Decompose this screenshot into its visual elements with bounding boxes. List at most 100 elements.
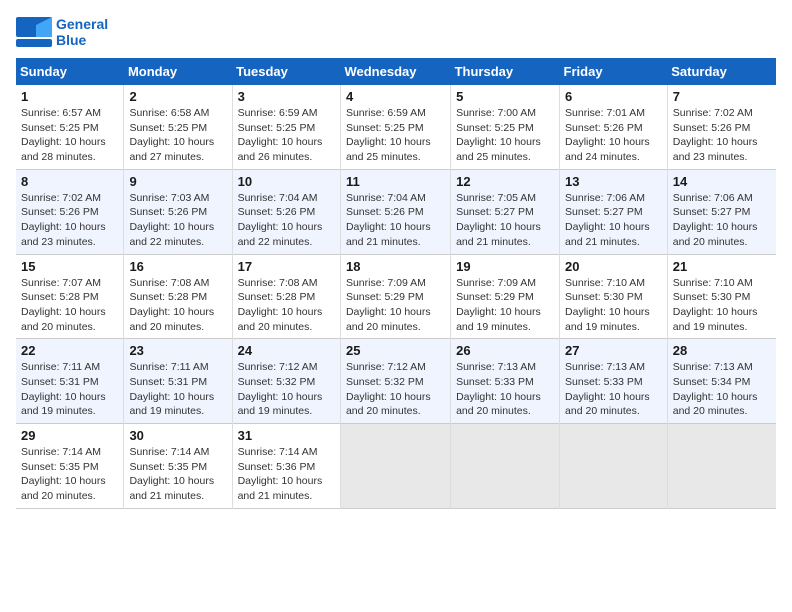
calendar-week-row: 29 Sunrise: 7:14 AM Sunset: 5:35 PM Dayli… [16, 424, 776, 509]
day-info: Sunrise: 7:11 AM Sunset: 5:31 PM Dayligh… [129, 360, 226, 419]
day-info: Sunrise: 6:59 AM Sunset: 5:25 PM Dayligh… [238, 106, 335, 165]
logo-icon [16, 17, 52, 47]
calendar-cell: 14 Sunrise: 7:06 AM Sunset: 5:27 PM Dayli… [667, 169, 776, 254]
day-info: Sunrise: 7:13 AM Sunset: 5:33 PM Dayligh… [565, 360, 662, 419]
calendar-header: SundayMondayTuesdayWednesdayThursdayFrid… [16, 58, 776, 85]
calendar-cell: 15 Sunrise: 7:07 AM Sunset: 5:28 PM Dayli… [16, 254, 124, 339]
calendar-week-row: 8 Sunrise: 7:02 AM Sunset: 5:26 PM Daylig… [16, 169, 776, 254]
day-info: Sunrise: 7:13 AM Sunset: 5:33 PM Dayligh… [456, 360, 554, 419]
day-info: Sunrise: 7:14 AM Sunset: 5:35 PM Dayligh… [129, 445, 226, 504]
day-number: 19 [456, 259, 554, 274]
calendar-cell: 13Sunrise: 7:06 AM Sunset: 5:27 PM Dayli… [560, 169, 668, 254]
day-number: 9 [129, 174, 226, 189]
day-info: Sunrise: 7:06 AM Sunset: 5:27 PM Dayligh… [673, 191, 771, 250]
calendar-cell: 25 Sunrise: 7:12 AM Sunset: 5:32 PM Dayli… [340, 339, 450, 424]
day-info: Sunrise: 7:14 AM Sunset: 5:36 PM Dayligh… [238, 445, 335, 504]
day-info: Sunrise: 7:04 AM Sunset: 5:26 PM Dayligh… [238, 191, 335, 250]
calendar-cell: 4 Sunrise: 6:59 AM Sunset: 5:25 PM Daylig… [340, 85, 450, 169]
calendar-cell: 11Sunrise: 7:04 AM Sunset: 5:26 PM Dayli… [340, 169, 450, 254]
day-info: Sunrise: 7:01 AM Sunset: 5:26 PM Dayligh… [565, 106, 662, 165]
header-cell-thursday: Thursday [451, 58, 560, 85]
calendar-table: SundayMondayTuesdayWednesdayThursdayFrid… [16, 58, 776, 509]
day-info: Sunrise: 7:02 AM Sunset: 5:26 PM Dayligh… [21, 191, 118, 250]
day-number: 8 [21, 174, 118, 189]
day-number: 3 [238, 89, 335, 104]
day-info: Sunrise: 6:58 AM Sunset: 5:25 PM Dayligh… [129, 106, 226, 165]
day-info: Sunrise: 7:05 AM Sunset: 5:27 PM Dayligh… [456, 191, 554, 250]
day-number: 27 [565, 343, 662, 358]
header-cell-saturday: Saturday [667, 58, 776, 85]
header-cell-sunday: Sunday [16, 58, 124, 85]
day-info: Sunrise: 7:10 AM Sunset: 5:30 PM Dayligh… [673, 276, 771, 335]
header-cell-tuesday: Tuesday [232, 58, 340, 85]
calendar-week-row: 1 Sunrise: 6:57 AM Sunset: 5:25 PM Daylig… [16, 85, 776, 169]
day-info: Sunrise: 7:08 AM Sunset: 5:28 PM Dayligh… [238, 276, 335, 335]
calendar-cell: 21 Sunrise: 7:10 AM Sunset: 5:30 PM Dayli… [667, 254, 776, 339]
calendar-cell: 5Sunrise: 7:00 AM Sunset: 5:25 PM Daylig… [451, 85, 560, 169]
day-number: 26 [456, 343, 554, 358]
day-number: 29 [21, 428, 118, 443]
day-info: Sunrise: 7:09 AM Sunset: 5:29 PM Dayligh… [456, 276, 554, 335]
day-info: Sunrise: 7:12 AM Sunset: 5:32 PM Dayligh… [346, 360, 445, 419]
calendar-cell: 1 Sunrise: 6:57 AM Sunset: 5:25 PM Daylig… [16, 85, 124, 169]
calendar-cell: 22Sunrise: 7:11 AM Sunset: 5:31 PM Dayli… [16, 339, 124, 424]
calendar-cell: 20 Sunrise: 7:10 AM Sunset: 5:30 PM Dayli… [560, 254, 668, 339]
header-cell-wednesday: Wednesday [340, 58, 450, 85]
day-info: Sunrise: 7:13 AM Sunset: 5:34 PM Dayligh… [673, 360, 771, 419]
day-info: Sunrise: 7:07 AM Sunset: 5:28 PM Dayligh… [21, 276, 118, 335]
day-number: 25 [346, 343, 445, 358]
calendar-cell: 27 Sunrise: 7:13 AM Sunset: 5:33 PM Dayli… [560, 339, 668, 424]
day-number: 15 [21, 259, 118, 274]
day-number: 5 [456, 89, 554, 104]
calendar-cell: 31 Sunrise: 7:14 AM Sunset: 5:36 PM Dayli… [232, 424, 340, 509]
day-number: 24 [238, 343, 335, 358]
calendar-cell: 29 Sunrise: 7:14 AM Sunset: 5:35 PM Dayli… [16, 424, 124, 509]
calendar-cell: 26 Sunrise: 7:13 AM Sunset: 5:33 PM Dayli… [451, 339, 560, 424]
day-number: 18 [346, 259, 445, 274]
day-number: 10 [238, 174, 335, 189]
calendar-cell [451, 424, 560, 509]
day-info: Sunrise: 7:14 AM Sunset: 5:35 PM Dayligh… [21, 445, 118, 504]
day-info: Sunrise: 6:57 AM Sunset: 5:25 PM Dayligh… [21, 106, 118, 165]
calendar-cell [340, 424, 450, 509]
calendar-cell: 18 Sunrise: 7:09 AM Sunset: 5:29 PM Dayli… [340, 254, 450, 339]
calendar-cell: 17 Sunrise: 7:08 AM Sunset: 5:28 PM Dayli… [232, 254, 340, 339]
calendar-cell: 24 Sunrise: 7:12 AM Sunset: 5:32 PM Dayli… [232, 339, 340, 424]
calendar-week-row: 15 Sunrise: 7:07 AM Sunset: 5:28 PM Dayli… [16, 254, 776, 339]
day-number: 12 [456, 174, 554, 189]
calendar-cell: 23 Sunrise: 7:11 AM Sunset: 5:31 PM Dayli… [124, 339, 232, 424]
calendar-cell [560, 424, 668, 509]
day-info: Sunrise: 7:04 AM Sunset: 5:26 PM Dayligh… [346, 191, 445, 250]
calendar-cell: 6 Sunrise: 7:01 AM Sunset: 5:26 PM Daylig… [560, 85, 668, 169]
calendar-cell: 8 Sunrise: 7:02 AM Sunset: 5:26 PM Daylig… [16, 169, 124, 254]
calendar-cell: 2 Sunrise: 6:58 AM Sunset: 5:25 PM Daylig… [124, 85, 232, 169]
calendar-cell: 12 Sunrise: 7:05 AM Sunset: 5:27 PM Dayli… [451, 169, 560, 254]
day-number: 7 [673, 89, 771, 104]
day-number: 23 [129, 343, 226, 358]
day-info: Sunrise: 7:02 AM Sunset: 5:26 PM Dayligh… [673, 106, 771, 165]
day-number: 1 [21, 89, 118, 104]
header: GeneralBlue [16, 16, 776, 48]
calendar-cell: 9 Sunrise: 7:03 AM Sunset: 5:26 PM Daylig… [124, 169, 232, 254]
calendar-cell: 3 Sunrise: 6:59 AM Sunset: 5:25 PM Daylig… [232, 85, 340, 169]
day-info: Sunrise: 7:09 AM Sunset: 5:29 PM Dayligh… [346, 276, 445, 335]
day-number: 13 [565, 174, 662, 189]
day-number: 2 [129, 89, 226, 104]
day-number: 21 [673, 259, 771, 274]
day-number: 17 [238, 259, 335, 274]
day-number: 31 [238, 428, 335, 443]
calendar-cell: 10 Sunrise: 7:04 AM Sunset: 5:26 PM Dayli… [232, 169, 340, 254]
day-info: Sunrise: 7:12 AM Sunset: 5:32 PM Dayligh… [238, 360, 335, 419]
header-cell-monday: Monday [124, 58, 232, 85]
day-number: 20 [565, 259, 662, 274]
day-info: Sunrise: 6:59 AM Sunset: 5:25 PM Dayligh… [346, 106, 445, 165]
day-number: 14 [673, 174, 771, 189]
day-number: 6 [565, 89, 662, 104]
day-number: 4 [346, 89, 445, 104]
day-info: Sunrise: 7:10 AM Sunset: 5:30 PM Dayligh… [565, 276, 662, 335]
header-cell-friday: Friday [560, 58, 668, 85]
day-info: Sunrise: 7:03 AM Sunset: 5:26 PM Dayligh… [129, 191, 226, 250]
day-info: Sunrise: 7:11 AM Sunset: 5:31 PM Dayligh… [21, 360, 118, 419]
calendar-cell: 28Sunrise: 7:13 AM Sunset: 5:34 PM Dayli… [667, 339, 776, 424]
calendar-body: 1 Sunrise: 6:57 AM Sunset: 5:25 PM Daylig… [16, 85, 776, 508]
